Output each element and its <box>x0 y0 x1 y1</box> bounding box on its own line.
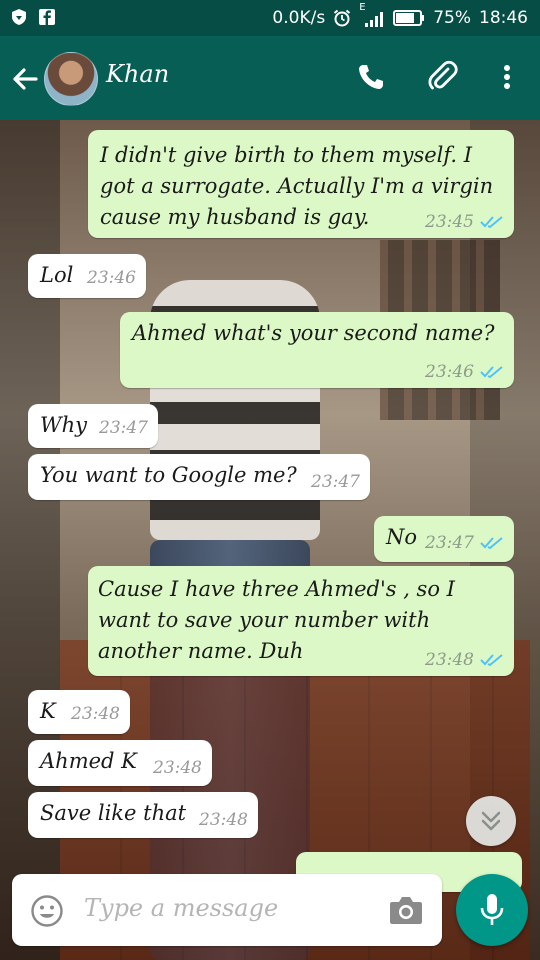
message-time: 23:46 <box>87 268 136 288</box>
double-check-icon <box>480 537 503 550</box>
message-meta: 23:47 <box>425 533 504 553</box>
arrow-left-icon[interactable] <box>8 62 42 96</box>
battery-icon <box>393 10 425 26</box>
message-text: Ahmed K <box>40 749 137 773</box>
network-speed: 0.0K/s <box>272 8 326 28</box>
message-meta: 23:46 <box>425 362 504 382</box>
message-time: 23:48 <box>425 650 474 670</box>
message-time: 23:48 <box>199 810 248 830</box>
status-bar: 0.0K/s E 75% 18:46 <box>0 0 540 36</box>
message-incoming[interactable]: You want to Google me? 23:47 <box>28 454 370 500</box>
signal-icon <box>365 12 384 27</box>
message-text: You want to Google me? <box>40 463 297 487</box>
message-input[interactable]: Type a message <box>84 894 278 922</box>
alarm-icon <box>334 9 351 27</box>
camera-icon[interactable] <box>388 894 424 926</box>
message-text: K <box>40 699 56 723</box>
double-check-icon <box>480 654 503 667</box>
chat-header: Khan <box>0 36 540 120</box>
message-meta: 23:48 <box>425 650 504 670</box>
message-meta: 23:45 <box>425 212 504 232</box>
mic-button[interactable] <box>456 874 528 946</box>
message-incoming[interactable]: K 23:48 <box>28 690 130 734</box>
message-time: 23:47 <box>99 418 148 438</box>
message-outgoing[interactable]: I didn't give birth to them myself. I go… <box>88 130 514 238</box>
contact-name[interactable]: Khan <box>106 60 169 88</box>
message-text: No <box>386 525 418 549</box>
double-chevron-down-icon <box>481 811 501 831</box>
double-check-icon <box>480 366 503 379</box>
shield-icon <box>12 9 26 25</box>
paperclip-icon[interactable] <box>426 60 460 94</box>
signal-indicator: E <box>359 2 385 28</box>
message-text: Ahmed what's your second name? <box>132 321 495 345</box>
message-meta: 23:48 <box>71 704 120 724</box>
message-composer[interactable]: Type a message <box>12 874 442 946</box>
message-meta: 23:47 <box>311 472 360 492</box>
message-text: Why <box>40 413 87 437</box>
facebook-icon <box>39 9 55 25</box>
message-incoming[interactable]: Save like that 23:48 <box>28 792 258 838</box>
more-vert-icon[interactable] <box>490 60 524 94</box>
message-time: 23:48 <box>153 758 202 778</box>
avatar[interactable] <box>44 52 98 106</box>
message-incoming[interactable]: Lol 23:46 <box>28 254 146 298</box>
message-meta: 23:48 <box>199 810 248 830</box>
message-incoming[interactable]: Ahmed K 23:48 <box>28 740 212 786</box>
battery-level: 75% <box>433 8 471 28</box>
message-time: 23:47 <box>311 472 360 492</box>
message-incoming[interactable]: Why 23:47 <box>28 404 158 448</box>
message-meta: 23:47 <box>99 418 148 438</box>
chat-area[interactable]: I didn't give birth to them myself. I go… <box>0 120 540 960</box>
message-outgoing[interactable]: Ahmed what's your second name? 23:46 <box>120 312 514 388</box>
message-text: Cause I have three Ahmed's , so I want t… <box>98 577 455 663</box>
message-text: Lol <box>40 263 74 287</box>
message-meta: 23:46 <box>87 268 136 288</box>
message-outgoing[interactable]: No 23:47 <box>374 516 514 562</box>
mic-icon <box>480 894 504 925</box>
message-time: 23:47 <box>425 533 474 553</box>
clock: 18:46 <box>479 8 528 28</box>
message-time: 23:48 <box>71 704 120 724</box>
message-outgoing[interactable]: Cause I have three Ahmed's , so I want t… <box>88 566 514 676</box>
message-text: Save like that <box>40 801 187 825</box>
message-time: 23:46 <box>425 362 474 382</box>
message-time: 23:45 <box>425 212 474 232</box>
message-meta: 23:48 <box>153 758 202 778</box>
double-check-icon <box>480 216 503 229</box>
phone-icon[interactable] <box>354 60 388 94</box>
scroll-to-bottom-button[interactable] <box>466 796 516 846</box>
emoji-icon[interactable] <box>30 894 64 928</box>
